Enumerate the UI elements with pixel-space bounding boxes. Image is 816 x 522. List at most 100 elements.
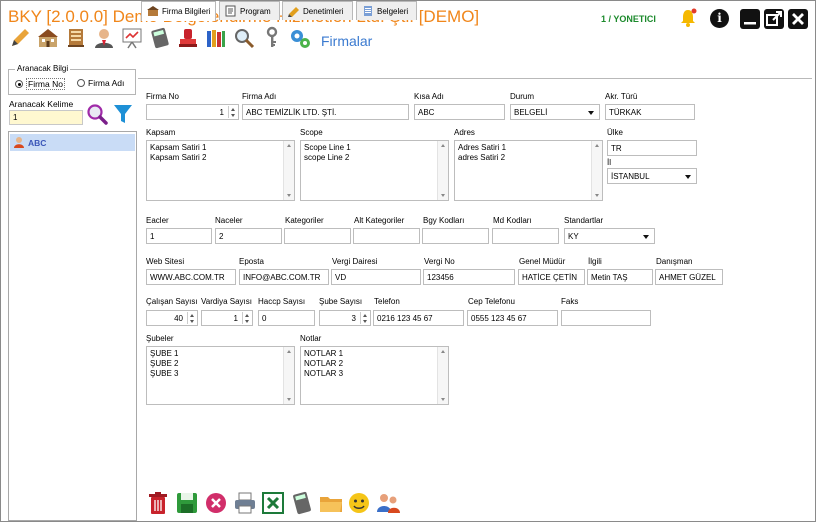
firm-list[interactable]: ABC <box>8 131 137 521</box>
bgy-kodlari-field[interactable] <box>422 228 489 244</box>
calisan-spinner[interactable] <box>187 312 196 324</box>
standartlar-label: Standartlar <box>564 216 604 225</box>
search-field-group-label: Aranacak Bilgi <box>15 64 71 73</box>
durum-select[interactable]: BELGELİ <box>510 104 600 120</box>
ilgili-label: İlgili <box>588 257 602 266</box>
books-icon[interactable] <box>204 26 228 50</box>
smiley-icon[interactable] <box>346 490 372 516</box>
close-button[interactable] <box>788 9 808 29</box>
radio-firma-adi[interactable]: Firma Adı <box>77 78 124 88</box>
notification-bell-icon[interactable] <box>678 8 698 28</box>
kapsam-line: Kapsam Satiri 1 <box>150 143 207 152</box>
web-field[interactable]: WWW.ABC.COM.TR <box>146 269 236 285</box>
notlar-textarea[interactable]: NOTLAR 1 NOTLAR 2 NOTLAR 3 <box>300 346 449 405</box>
minimize-icon <box>744 22 756 25</box>
eacler-field[interactable]: 1 <box>146 228 212 244</box>
scope-scrollbar[interactable] <box>437 141 448 200</box>
tab-program[interactable]: Program <box>219 1 280 20</box>
genel-mudur-field[interactable]: HATİCE ÇETİN <box>518 269 585 285</box>
vergi-dairesi-label: Vergi Dairesi <box>332 257 378 266</box>
firm-info-icon <box>147 6 159 16</box>
haccp-label: Haccp Sayısı <box>258 297 306 306</box>
vardiya-spinner[interactable] <box>242 312 251 324</box>
naceler-field[interactable]: 2 <box>215 228 282 244</box>
adres-line: Adres Satiri 1 <box>458 143 507 152</box>
radio-dot[interactable] <box>15 80 23 88</box>
cancel-icon[interactable] <box>203 490 229 516</box>
telefon-field[interactable]: 0216 123 45 67 <box>373 310 464 326</box>
tab-denetimleri[interactable]: Denetimleri <box>282 1 353 20</box>
il-select[interactable]: İSTANBUL <box>607 168 697 184</box>
folder-icon[interactable] <box>318 490 344 516</box>
pencil-icon[interactable] <box>8 26 32 50</box>
faks-label: Faks <box>561 297 579 306</box>
print-icon[interactable] <box>232 490 258 516</box>
scope-textarea[interactable]: Scope Line 1 scope Line 2 <box>300 140 449 201</box>
magnifier-icon[interactable] <box>232 26 256 50</box>
standartlar-select[interactable]: KY <box>564 228 655 244</box>
search-icon[interactable] <box>85 102 109 126</box>
building-icon[interactable] <box>64 26 88 50</box>
save-icon[interactable] <box>174 490 200 516</box>
haccp-field[interactable]: 0 <box>258 310 315 326</box>
sube-sayisi-field[interactable]: 3 <box>319 310 371 326</box>
stamp-icon[interactable] <box>176 26 200 50</box>
radio-dot[interactable] <box>77 79 85 87</box>
calculator-icon[interactable] <box>289 490 315 516</box>
cep-field[interactable]: 0555 123 45 67 <box>467 310 558 326</box>
genel-mudur-label: Genel Müdür <box>519 257 566 266</box>
kapsam-textarea[interactable]: Kapsam Satiri 1 Kapsam Satiri 2 <box>146 140 295 201</box>
kapsam-scrollbar[interactable] <box>283 141 294 200</box>
not-line: NOTLAR 1 <box>304 349 344 358</box>
user-icon[interactable] <box>92 26 116 50</box>
tab-firma-bilgileri[interactable]: Firma Bilgileri <box>141 1 216 21</box>
akr-turu-field[interactable]: TÜRKAK <box>605 104 695 120</box>
keyword-input[interactable]: 1 <box>9 110 83 125</box>
adres-textarea[interactable]: Adres Satiri 1 adres Satiri 2 <box>454 140 603 201</box>
gears-icon[interactable] <box>288 26 312 50</box>
calisan-field[interactable]: 40 <box>146 310 198 326</box>
vardiya-label: Vardiya Sayısı <box>201 297 252 306</box>
key-icon[interactable] <box>260 26 284 50</box>
minimize-button[interactable] <box>740 9 760 29</box>
firma-no-spinner[interactable] <box>228 106 237 118</box>
vardiya-field[interactable]: 1 <box>201 310 253 326</box>
cep-label: Cep Telefonu <box>468 297 515 306</box>
excel-icon[interactable] <box>260 490 286 516</box>
md-kodlari-field[interactable] <box>492 228 559 244</box>
vergi-no-label: Vergi No <box>424 257 455 266</box>
firma-no-field[interactable]: 1 <box>146 104 239 120</box>
radio-firma-no[interactable]: Firma No <box>15 78 65 90</box>
ilgili-field[interactable]: Metin TAŞ <box>587 269 653 285</box>
notlar-scrollbar[interactable] <box>437 347 448 404</box>
kategoriler-field[interactable] <box>284 228 351 244</box>
calculator-icon[interactable] <box>148 26 172 50</box>
kapsam-label: Kapsam <box>146 128 176 137</box>
presentation-icon[interactable] <box>120 26 144 50</box>
info-icon[interactable]: i <box>710 9 729 28</box>
danisman-field[interactable]: AHMET GÜZEL <box>655 269 723 285</box>
tab-belgeleri[interactable]: Belgeleri <box>356 1 417 20</box>
firma-adi-field[interactable]: ABC TEMİZLİK LTD. ŞTİ. <box>242 104 409 120</box>
trash-icon[interactable] <box>145 490 171 516</box>
alt-kategoriler-field[interactable] <box>353 228 420 244</box>
akr-turu-label: Akr. Türü <box>605 92 638 101</box>
eposta-field[interactable]: INFO@ABC.COM.TR <box>239 269 329 285</box>
bgy-kodlari-label: Bgy Kodları <box>423 216 465 225</box>
tab-label: Program <box>240 6 271 16</box>
subeler-scrollbar[interactable] <box>283 347 294 404</box>
sube-sayisi-label: Şube Sayısı <box>319 297 363 306</box>
adres-scrollbar[interactable] <box>591 141 602 200</box>
faks-field[interactable] <box>561 310 651 326</box>
ulke-field[interactable]: TR <box>607 140 697 156</box>
house-icon[interactable] <box>36 26 60 50</box>
sube-sayisi-spinner[interactable] <box>360 312 369 324</box>
subeler-textarea[interactable]: ŞUBE 1 ŞUBE 2 ŞUBE 3 <box>146 346 295 405</box>
maximize-button[interactable] <box>764 9 784 29</box>
vergi-no-field[interactable]: 123456 <box>423 269 515 285</box>
users-icon[interactable] <box>375 490 401 516</box>
filter-icon[interactable] <box>112 102 134 126</box>
kisa-adi-field[interactable]: ABC <box>414 104 505 120</box>
list-item[interactable]: ABC <box>10 134 135 151</box>
vergi-dairesi-field[interactable]: VD <box>331 269 421 285</box>
